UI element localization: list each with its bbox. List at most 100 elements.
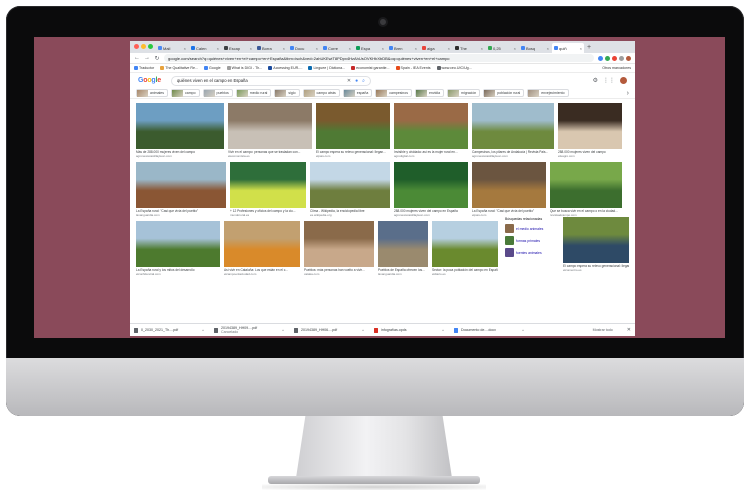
bookmark-item[interactable]: Google	[204, 66, 221, 70]
image-result[interactable]: La España rural: "Casi que vivía del pue…	[472, 162, 546, 217]
browser-tab[interactable]: Espa ×	[354, 43, 386, 53]
filter-chip[interactable]: migración	[447, 89, 481, 97]
bookmark-item[interactable]: Spain - IEA Events	[395, 66, 431, 70]
search-icon[interactable]: ⌕	[362, 78, 365, 84]
browser-tab[interactable]: quiñ ×	[552, 43, 584, 53]
download-item[interactable]: 0_2030_2021_Th....pdf ^	[134, 326, 204, 334]
download-item[interactable]: 20194389_HH09....pdf Cancelado ^	[214, 326, 284, 334]
extension-icon[interactable]	[612, 55, 617, 61]
show-all-downloads[interactable]: Mostrar todo	[593, 328, 613, 332]
tab-close-icon[interactable]: ×	[250, 46, 252, 51]
browser-tab[interactable]: Bosq ×	[519, 43, 551, 53]
chevron-right-icon[interactable]: ›	[627, 90, 629, 97]
reload-icon[interactable]: ↻	[154, 55, 160, 62]
bookmark-item[interactable]: Linguee | Dictiona...	[308, 66, 345, 70]
image-result[interactable]: Clima - Wikipedia, la enciclopedia libre…	[310, 162, 390, 217]
browser-tab[interactable]: The ×	[453, 43, 485, 53]
tab-close-icon[interactable]: ×	[514, 46, 516, 51]
extension-icon[interactable]	[605, 55, 610, 61]
browser-tab[interactable]: Corre ×	[321, 43, 353, 53]
download-item[interactable]: 20194389_HH06....pdf ^	[294, 326, 364, 334]
image-result[interactable]: Sector: la poca población del campo en E…	[432, 221, 498, 276]
browser-tab[interactable]: Docu ×	[288, 43, 320, 53]
chevron-up-icon[interactable]: ^	[362, 328, 364, 333]
result-thumbnail[interactable]	[316, 103, 390, 149]
bookmark-item[interactable]: www.ceo.UIC/Ug...	[436, 66, 472, 70]
extension-icon[interactable]	[598, 55, 603, 61]
filter-chip[interactable]: medio rural	[235, 89, 272, 97]
result-thumbnail[interactable]	[394, 103, 468, 149]
bookmark-item[interactable]: What is DIGI - Th...	[226, 66, 262, 70]
back-icon[interactable]: ←	[134, 55, 140, 61]
image-result[interactable]: Pueblos: más personas han vuelto a vivir…	[304, 221, 374, 276]
tab-close-icon[interactable]: ×	[283, 46, 285, 51]
result-thumbnail[interactable]	[394, 162, 468, 208]
bookmark-item[interactable]: The Qualitative Re...	[160, 66, 198, 70]
image-result[interactable]: + 12 Profesiones y oficios del campo y l…	[230, 162, 306, 217]
gear-icon[interactable]: ⚙	[593, 77, 598, 84]
clear-icon[interactable]: ✕	[347, 78, 351, 84]
result-thumbnail[interactable]	[550, 162, 622, 208]
filter-chip[interactable]: población rural	[483, 89, 525, 97]
tab-close-icon[interactable]: ×	[382, 46, 384, 51]
result-thumbnail[interactable]	[472, 162, 546, 208]
filter-chip[interactable]: campesinos	[375, 89, 412, 97]
filter-chip[interactable]: envidia	[414, 89, 445, 97]
tab-close-icon[interactable]: ×	[217, 46, 219, 51]
image-result[interactable]: 288.000 mujeres viven del campo en Españ…	[394, 162, 468, 217]
filter-chip[interactable]: envejecimiento	[527, 89, 569, 97]
result-thumbnail[interactable]	[432, 221, 498, 267]
image-result[interactable]: El campo espera su relevo generacional: …	[563, 217, 629, 272]
search-input[interactable]: quiénes viven en el campo en España ✕ ● …	[170, 75, 371, 86]
image-result[interactable]: La España rural y los mitos del desarrol…	[136, 221, 220, 276]
image-result[interactable]: La España rural: "Casi que vivía del pue…	[136, 162, 226, 217]
account-avatar[interactable]	[620, 77, 627, 84]
bookmark-item[interactable]: economist garantie...	[351, 66, 390, 70]
close-window-button[interactable]	[134, 44, 139, 49]
result-thumbnail[interactable]	[472, 103, 554, 149]
filter-chip[interactable]: pueblos	[202, 89, 233, 97]
chevron-up-icon[interactable]: ^	[202, 328, 204, 333]
tab-close-icon[interactable]: ×	[481, 46, 483, 51]
filter-chip[interactable]: animales	[136, 89, 169, 97]
download-item[interactable]: infografías.opds ^	[374, 326, 444, 334]
image-result[interactable]: Que se busca vivir en el campo o en la c…	[550, 162, 622, 217]
tab-close-icon[interactable]: ×	[316, 46, 318, 51]
microphone-icon[interactable]: ●	[355, 78, 358, 84]
result-thumbnail[interactable]	[136, 221, 220, 267]
filter-chip[interactable]: españa	[342, 89, 373, 97]
result-thumbnail[interactable]	[563, 217, 629, 263]
forward-icon[interactable]: →	[144, 55, 150, 61]
tab-close-icon[interactable]: ×	[349, 46, 351, 51]
browser-tab[interactable]: 0,25 ×	[486, 43, 518, 53]
result-thumbnail[interactable]	[136, 162, 226, 208]
tab-close-icon[interactable]: ×	[415, 46, 417, 51]
google-logo[interactable]: Google	[138, 77, 161, 84]
filter-chip[interactable]: campo	[171, 89, 200, 97]
bookmark-item[interactable]: Traductor	[134, 66, 154, 70]
filter-chip[interactable]: siglo	[274, 89, 300, 97]
related-search-item[interactable]: fuentes animales	[505, 248, 555, 257]
tab-close-icon[interactable]: ×	[580, 46, 582, 51]
minimize-window-button[interactable]	[141, 44, 146, 49]
close-icon[interactable]: ✕	[627, 327, 631, 333]
tab-close-icon[interactable]: ×	[448, 46, 450, 51]
other-bookmarks[interactable]: Otros marcadores	[602, 66, 631, 70]
image-result[interactable]: Más de 288.000 mujeres viven del campo ag…	[136, 103, 224, 158]
url-input[interactable]: google.com/search?q=quiénes+viven+en+el+…	[164, 54, 594, 62]
related-search-item[interactable]: el medio animales	[505, 224, 555, 233]
image-result[interactable]: Pueblos de España ofrecen los... lavangua…	[378, 221, 428, 276]
result-thumbnail[interactable]	[310, 162, 390, 208]
apps-grid-icon[interactable]: ⋮⋮	[603, 77, 615, 84]
browser-tab[interactable]: Escap ×	[222, 43, 254, 53]
filter-chip[interactable]: campo atrás	[302, 89, 340, 97]
image-result[interactable]: Invisible y olvidada: así es la mujer ru…	[394, 103, 468, 158]
result-thumbnail[interactable]	[558, 103, 622, 149]
browser-tab[interactable]: Borra ×	[255, 43, 287, 53]
tab-close-icon[interactable]: ×	[184, 46, 186, 51]
browser-tab[interactable]: Calen ×	[189, 43, 221, 53]
bookmark-item[interactable]: Accessing EUR-...	[268, 66, 302, 70]
chevron-up-icon[interactable]: ^	[522, 328, 524, 333]
result-thumbnail[interactable]	[304, 221, 374, 267]
browser-tab[interactable]: Bren ×	[387, 43, 419, 53]
